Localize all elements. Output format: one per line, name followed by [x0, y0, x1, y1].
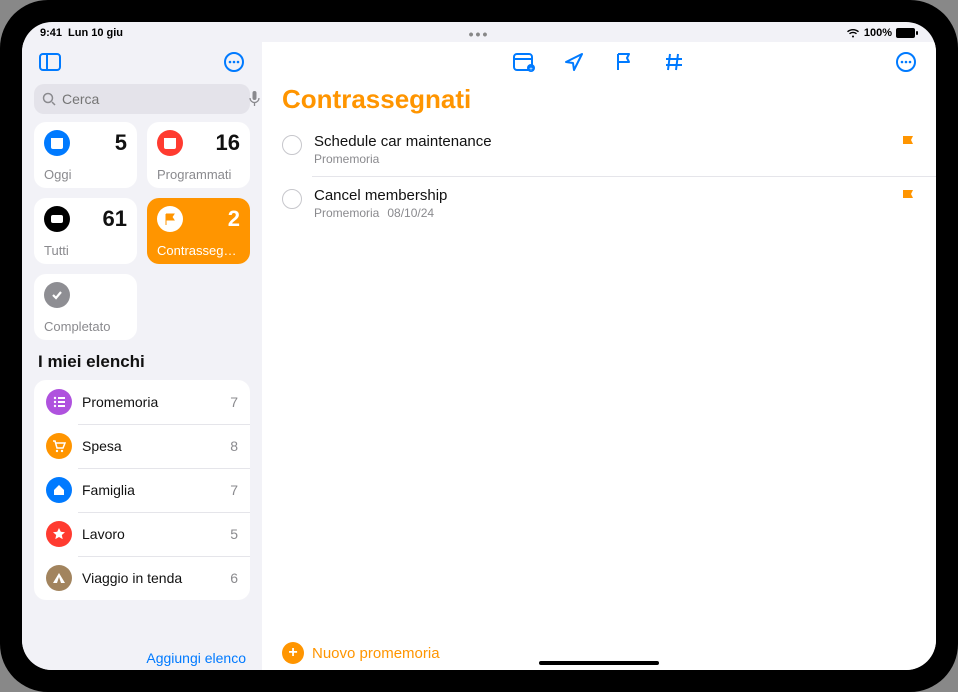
smart-card-count: 16 — [216, 130, 240, 156]
my-lists: Promemoria 7 Spesa 8 Famiglia 7 Lavoro 5 Viaggio… — [34, 380, 250, 600]
mic-icon[interactable] — [249, 91, 260, 107]
list-name: Famiglia — [82, 482, 220, 498]
status-bar: 9:41 Lun 10 giu ••• 100% — [22, 22, 936, 42]
list-row[interactable]: Lavoro 5 — [34, 512, 250, 556]
search-icon — [42, 92, 56, 106]
plus-circle-icon: + — [282, 642, 304, 664]
list-count: 7 — [230, 482, 238, 498]
tray-icon — [44, 206, 70, 232]
smart-card-all[interactable]: 61 Tutti — [34, 198, 137, 264]
list-count: 7 — [230, 394, 238, 410]
flag-icon — [900, 135, 916, 153]
statusbar-date: Lun 10 giu — [68, 27, 123, 39]
complete-toggle[interactable] — [282, 189, 302, 209]
smart-card-count: 2 — [228, 206, 240, 232]
calendar-icon — [44, 130, 70, 156]
list-icon — [46, 389, 72, 415]
home-icon — [46, 477, 72, 503]
toggle-sidebar-button[interactable] — [36, 48, 64, 76]
complete-toggle[interactable] — [282, 135, 302, 155]
toolbar-hashtag-button[interactable] — [660, 48, 688, 76]
toolbar-calendar-button[interactable]: + — [510, 48, 538, 76]
toolbar-location-button[interactable] — [560, 48, 588, 76]
list-count: 5 — [230, 526, 238, 542]
statusbar-time: 9:41 — [40, 27, 62, 39]
list-count: 6 — [230, 570, 238, 586]
reminder-title: Schedule car maintenance — [314, 133, 888, 150]
svg-text:+: + — [529, 67, 533, 72]
tent-icon — [46, 565, 72, 591]
smart-card-label: Tutti — [44, 243, 127, 258]
smart-card-label: Oggi — [44, 167, 127, 182]
smart-lists-grid: 5 Oggi 16 Programmati 61 Tutti 2 Contrasseg… Com… — [22, 122, 262, 340]
smart-card-label: Completato — [44, 319, 127, 334]
list-name: Promemoria — [82, 394, 220, 410]
smart-card-today[interactable]: 5 Oggi — [34, 122, 137, 188]
home-indicator[interactable] — [539, 661, 659, 665]
reminder-list: Promemoria — [314, 206, 379, 220]
list-name: Spesa — [82, 438, 220, 454]
smart-card-count: 5 — [115, 130, 127, 156]
search-input[interactable] — [62, 91, 243, 107]
sidebar: 5 Oggi 16 Programmati 61 Tutti 2 Contrasseg… Com… — [22, 42, 262, 670]
list-row[interactable]: Famiglia 7 — [34, 468, 250, 512]
reminder-date: 08/10/24 — [387, 206, 434, 220]
flag-icon — [157, 206, 183, 232]
reminder-row[interactable]: Schedule car maintenance Promemoria — [262, 123, 936, 176]
reminder-title: Cancel membership — [314, 187, 888, 204]
reminders-list: Schedule car maintenancePromemoriaCancel… — [262, 123, 936, 632]
check-icon — [44, 282, 70, 308]
battery-icon — [896, 28, 918, 38]
wifi-icon — [846, 28, 860, 38]
toolbar-flag-button[interactable] — [610, 48, 638, 76]
list-row[interactable]: Promemoria 7 — [34, 380, 250, 424]
reminder-list: Promemoria — [314, 152, 379, 166]
smart-card-scheduled[interactable]: 16 Programmati — [147, 122, 250, 188]
list-row[interactable]: Viaggio in tenda 6 — [34, 556, 250, 600]
list-count: 8 — [230, 438, 238, 454]
reminder-row[interactable]: Cancel membership Promemoria 08/10/24 — [262, 177, 936, 230]
smart-card-flagged[interactable]: 2 Contrasseg… — [147, 198, 250, 264]
star-icon — [46, 521, 72, 547]
list-row[interactable]: Spesa 8 — [34, 424, 250, 468]
list-name: Viaggio in tenda — [82, 570, 220, 586]
main-panel: + — [262, 42, 936, 670]
smart-card-label: Contrasseg… — [157, 243, 240, 258]
flag-icon — [900, 189, 916, 207]
add-list-button[interactable]: Aggiungi elenco — [146, 650, 246, 666]
statusbar-battery-pct: 100% — [864, 27, 892, 39]
calendar-icon — [157, 130, 183, 156]
my-lists-header: I miei elenchi — [22, 340, 262, 376]
smart-card-count: 61 — [103, 206, 127, 232]
new-reminder-label: Nuovo promemoria — [312, 645, 440, 662]
sidebar-more-button[interactable] — [220, 48, 248, 76]
multitask-dots-icon[interactable]: ••• — [469, 26, 490, 42]
smart-card-label: Programmati — [157, 167, 240, 182]
smart-card-completed[interactable]: Completato — [34, 274, 137, 340]
cart-icon — [46, 433, 72, 459]
list-name: Lavoro — [82, 526, 220, 542]
page-title: Contrassegnati — [262, 82, 936, 123]
search-bar[interactable] — [34, 84, 250, 114]
main-more-button[interactable] — [892, 48, 920, 76]
